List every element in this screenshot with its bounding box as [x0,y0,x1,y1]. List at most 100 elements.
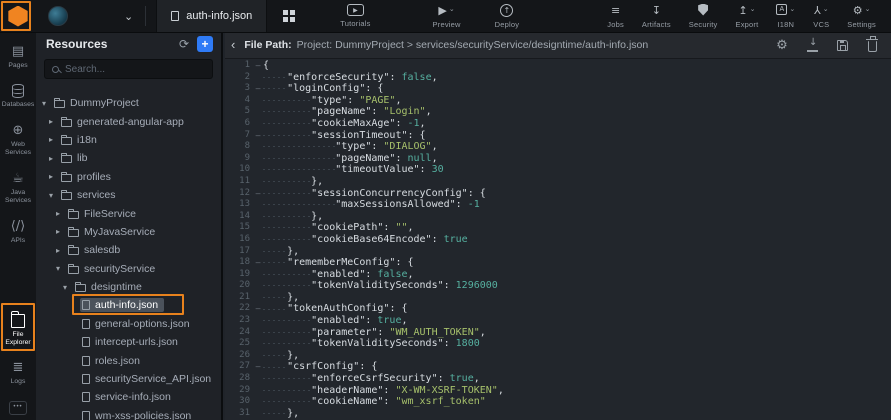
add-resource-button[interactable]: + [197,36,213,52]
jobs-icon: ≡ [611,4,620,17]
chevron-right-icon[interactable]: ▸ [49,172,59,181]
fold-toggle-icon[interactable]: – [253,83,263,95]
fold-toggle-icon[interactable]: – [253,60,263,72]
open-file-tab[interactable]: auth-info.json [156,0,267,32]
chevron-right-icon[interactable]: ▸ [49,117,59,126]
folder-icon [11,314,25,328]
sidebar-item-pages[interactable]: ▤Pages [0,38,36,77]
tree-item[interactable]: ▸FileService [36,204,221,222]
sidebar-item-web-services[interactable]: ⊕Web Services [0,117,36,165]
app-logo-button[interactable] [0,0,36,32]
project-avatar[interactable] [48,6,68,26]
chevron-right-icon[interactable]: ▸ [56,227,66,236]
tree-item[interactable]: ▸ MyJavaService [36,223,221,241]
deploy-arrow-icon [500,4,513,17]
tree-item-label: profiles [77,171,111,183]
more-icon: ••• [9,401,26,415]
tutorials-button[interactable]: Tutorials [331,4,379,28]
chevron-right-icon[interactable]: ▸ [56,209,66,218]
vcs-button[interactable]: ⅄⌄VCS [804,4,838,29]
chevron-down-icon[interactable]: ▾ [63,283,73,292]
refresh-icon[interactable]: ⟳ [179,37,189,51]
code-text: "loginConfig": { [263,83,383,95]
line-number: 1 [225,60,253,72]
chevron-down-icon[interactable]: ▾ [49,191,59,200]
fold-toggle-icon[interactable]: – [253,257,263,269]
code-text: "pageName": "Login", [263,106,432,118]
fold-toggle-icon[interactable]: – [253,361,263,373]
save-icon[interactable] [835,38,849,52]
tree-item[interactable]: ▸salesdb [36,241,221,259]
tree-item[interactable]: ▸ profiles [36,168,221,186]
folder-icon [61,137,72,145]
tree-item-label: services [77,189,116,201]
tree-item[interactable]: general-options.json [36,315,221,333]
tree-item[interactable]: ▸i18n [36,131,221,149]
tree-item-label: roles.json [95,355,140,367]
dashboard-grid-icon[interactable] [283,10,295,22]
project-switcher-chevron-icon[interactable]: ⌄ [124,10,133,23]
line-number: 5 [225,106,253,118]
tree-item[interactable]: auth-info.json [36,296,221,314]
i18n-icon: A [776,4,787,15]
settings-button[interactable]: ⚙⌄Settings [838,4,885,29]
code-text: "sessionTimeout": { [263,130,426,142]
chevron-down-icon[interactable]: ▾ [42,99,52,108]
topbar: ⌄ auth-info.json Tutorials ▶ ⌄ Preview D… [0,0,891,32]
sidebar-item-more[interactable]: ••• [0,398,36,418]
trash-icon[interactable] [865,38,879,52]
tree-item[interactable]: ▸generated-angular-app [36,112,221,130]
sidebar-item-java-services[interactable]: ☕Java Services [0,165,36,213]
i18n-label: I18N [778,20,795,29]
editor-settings-gear-icon[interactable]: ⚙ [775,38,789,52]
line-number: 28 [225,373,253,385]
tree-item[interactable]: ▾DummyProject [36,94,221,112]
tree-item[interactable]: service-info.json [36,388,221,406]
apis-label: APIs [11,237,25,245]
web-services-icon: ⊕ [13,124,24,138]
code-line: 5 "pageName": "Login", [225,106,891,118]
tree-item[interactable]: ▾securityService [36,260,221,278]
sidebar-item-databases[interactable]: Databases [0,77,36,116]
fold-toggle-icon[interactable]: – [253,188,263,200]
tree-item-label: MyJavaService [84,226,155,238]
pages-label: Pages [8,62,27,70]
download-icon[interactable] [805,38,819,52]
collapse-panel-icon[interactable]: ‹ [231,37,235,52]
line-number: 16 [225,234,253,246]
security-button[interactable]: Security [680,4,727,29]
tree-item[interactable]: wm-xss-policies.json [36,407,221,420]
artifacts-button[interactable]: ↧Artifacts [633,4,680,29]
export-button[interactable]: ↥⌄Export [727,4,768,29]
chevron-down-icon: ⌄ [823,4,829,14]
file-icon [82,337,90,347]
file-path-label: File Path: [244,39,291,51]
folder-icon [61,119,72,127]
i18n-button[interactable]: A⌄I18N [767,4,804,29]
search-input[interactable] [65,64,205,75]
tree-item[interactable]: intercept-urls.json [36,333,221,351]
chevron-down-icon[interactable]: ▾ [56,264,66,273]
code-line: 15"cookiePath": "", [225,222,891,234]
code-text: "pageName": null, [263,153,438,165]
sidebar-item-logs[interactable]: ≣Logs [0,354,36,393]
code-line: 2"enforceSecurity": false, [225,72,891,84]
code-line: 14}, [225,211,891,223]
chevron-right-icon[interactable]: ▸ [49,135,59,144]
fold-toggle-icon[interactable]: – [253,303,263,315]
tree-item[interactable]: ▾ services [36,186,221,204]
folder-icon [68,211,79,219]
sidebar-item-file-explorer[interactable]: File Explorer [0,304,36,355]
chevron-right-icon[interactable]: ▸ [56,246,66,255]
deploy-button[interactable]: Deploy [486,4,529,29]
tree-item[interactable]: securityService_API.json [36,370,221,388]
tree-item[interactable]: ▸lib [36,149,221,167]
chevron-right-icon[interactable]: ▸ [49,154,59,163]
tree-item[interactable]: roles.json [36,351,221,369]
jobs-button[interactable]: ≡Jobs [598,4,633,29]
tree-item[interactable]: ▾designtime [36,278,221,296]
sidebar-item-apis[interactable]: ⟨/⟩APIs [0,213,36,252]
code-editor[interactable]: 1–{2"enforceSecurity": false,3–"loginCon… [225,58,891,420]
preview-button[interactable]: ▶ ⌄ Preview [424,4,470,29]
fold-toggle-icon[interactable]: – [253,130,263,142]
